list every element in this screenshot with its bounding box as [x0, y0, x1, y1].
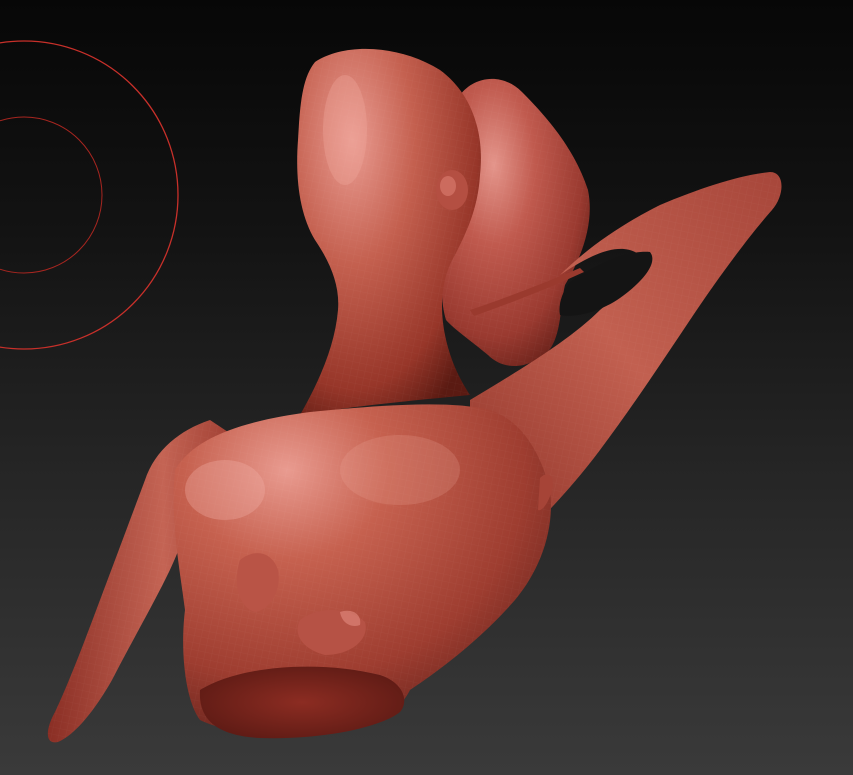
- brush-radius-cursor-icon: [0, 40, 179, 350]
- sculpt-mesh-icon[interactable]: [47, 48, 782, 743]
- viewport-canvas[interactable]: [0, 0, 853, 775]
- sculpt-viewport[interactable]: [0, 0, 853, 775]
- base-cut: [199, 666, 405, 739]
